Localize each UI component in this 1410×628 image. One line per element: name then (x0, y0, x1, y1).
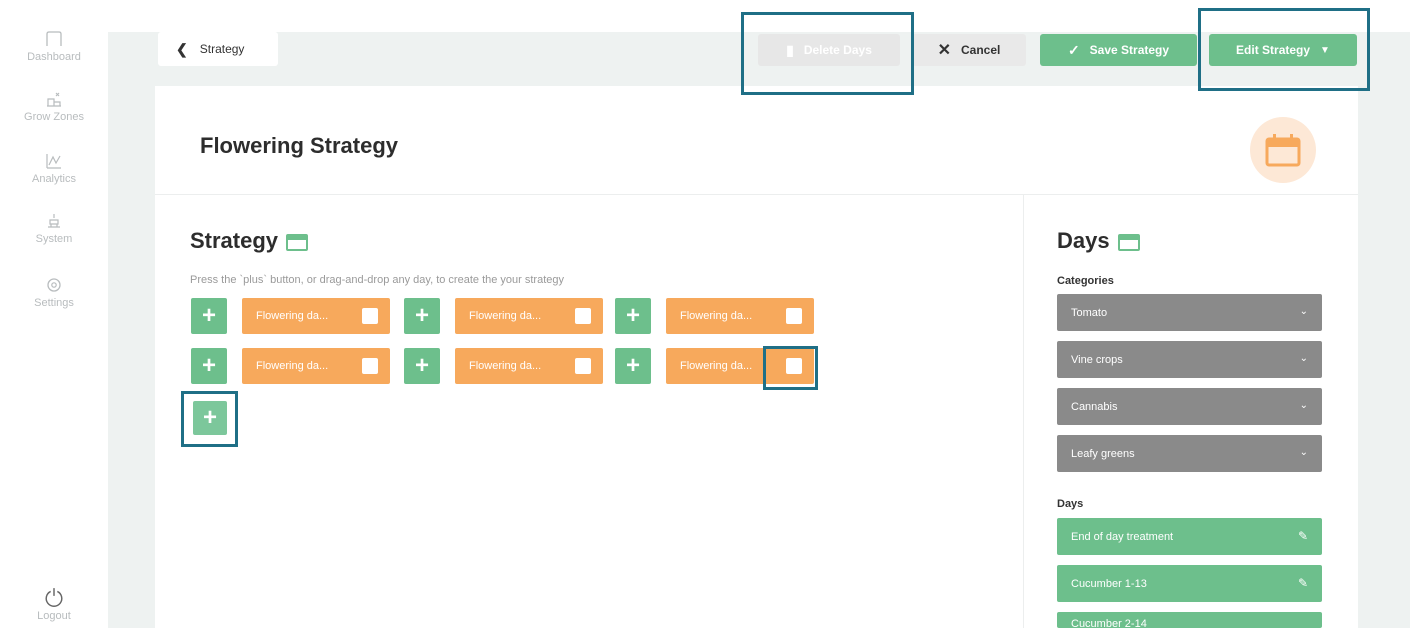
chevron-down-icon: ⌄ (1299, 400, 1308, 411)
add-day-button[interactable]: + (615, 298, 651, 334)
chevron-down-icon: ⌄ (1299, 353, 1308, 364)
day-chip-label: Flowering da... (469, 360, 542, 372)
highlight-add-day (181, 391, 238, 447)
sidebar-item-analytics[interactable]: Analytics (0, 152, 108, 185)
calendar-badge (1250, 117, 1316, 183)
day-item-label: Cucumber 1-13 (1071, 577, 1147, 590)
back-label: Strategy (199, 42, 245, 56)
day-chip-label: Flowering da... (256, 310, 329, 322)
category-label: Leafy greens (1071, 447, 1135, 460)
day-chip-label: Flowering da... (469, 310, 542, 322)
pencil-icon[interactable]: ✎ (1298, 576, 1308, 590)
calendar-icon (1265, 134, 1301, 167)
add-day-button[interactable]: + (615, 348, 651, 384)
days-section-title: Days (1057, 228, 1140, 254)
sidebar-item-settings[interactable]: Settings (0, 276, 108, 309)
sidebar-item-label: Grow Zones (24, 111, 84, 123)
highlight-day-checkbox (763, 346, 818, 390)
add-day-button[interactable]: + (191, 298, 227, 334)
category-label: Tomato (1071, 306, 1108, 319)
header-divider (155, 194, 1358, 195)
cancel-label: Cancel (961, 43, 1001, 57)
day-chip[interactable]: Flowering da... (455, 298, 603, 334)
day-checkbox[interactable] (575, 308, 591, 324)
sidebar-item-system[interactable]: System (0, 212, 108, 245)
analytics-icon (46, 154, 61, 169)
calendar-icon (1117, 234, 1140, 251)
day-checkbox[interactable] (786, 308, 802, 324)
sidebar-item-label: Dashboard (27, 51, 81, 63)
check-icon: ✓ (1067, 41, 1080, 58)
calendar-icon (286, 234, 309, 251)
add-day-button[interactable]: + (404, 298, 440, 334)
chevron-left-icon: ❮ (176, 40, 188, 57)
sidebar: Dashboard Grow Zones Analytics System Se… (0, 0, 108, 628)
add-day-button[interactable]: + (191, 348, 227, 384)
sidebar-item-logout[interactable]: Logout (0, 587, 108, 622)
grow-zones-icon (47, 92, 61, 107)
save-strategy-button[interactable]: ✓ Save Strategy (1040, 34, 1197, 66)
day-chip-label: Flowering da... (256, 360, 329, 372)
home-icon (46, 31, 62, 46)
save-strategy-label: Save Strategy (1089, 43, 1170, 57)
strategy-section-title: Strategy (190, 228, 309, 254)
day-item[interactable]: Cucumber 1-13 ✎ (1057, 565, 1322, 602)
day-chip[interactable]: Flowering da... (242, 348, 390, 384)
category-dropdown-vine-crops[interactable]: Vine crops ⌄ (1057, 341, 1322, 378)
cancel-button[interactable]: ✕ Cancel (912, 34, 1026, 66)
day-checkbox[interactable] (575, 358, 591, 374)
highlight-edit-strategy (1198, 8, 1370, 91)
day-item[interactable]: Cucumber 2-14 (1057, 612, 1322, 628)
column-divider (1023, 195, 1024, 628)
highlight-delete-days (741, 12, 914, 95)
day-checkbox[interactable] (362, 308, 378, 324)
add-day-button[interactable]: + (404, 348, 440, 384)
category-label: Vine crops (1071, 353, 1123, 366)
days-title-text: Days (1057, 228, 1110, 253)
chevron-down-icon: ⌄ (1299, 447, 1308, 458)
day-item[interactable]: End of day treatment ✎ (1057, 518, 1322, 555)
day-item-label: End of day treatment (1071, 530, 1174, 543)
sidebar-item-grow-zones[interactable]: Grow Zones (0, 90, 108, 123)
category-dropdown-cannabis[interactable]: Cannabis ⌄ (1057, 388, 1322, 425)
day-chip[interactable]: Flowering da... (455, 348, 603, 384)
categories-label: Categories (1057, 275, 1114, 287)
category-label: Cannabis (1071, 400, 1118, 413)
category-dropdown-tomato[interactable]: Tomato ⌄ (1057, 294, 1322, 331)
pencil-icon[interactable]: ✎ (1298, 529, 1308, 543)
strategy-title-text: Strategy (190, 228, 279, 253)
strategy-hint: Press the `plus` button, or drag-and-dro… (190, 274, 564, 286)
logout-label: Logout (37, 610, 71, 622)
page-title: Flowering Strategy (200, 133, 399, 158)
sidebar-item-dashboard[interactable]: Dashboard (0, 30, 108, 63)
back-button[interactable]: ❮ Strategy (158, 32, 278, 66)
day-chip[interactable]: Flowering da... (666, 298, 814, 334)
day-chip[interactable]: Flowering da... (242, 298, 390, 334)
day-chip-label: Flowering da... (680, 360, 753, 372)
sidebar-item-label: Analytics (31, 173, 77, 185)
power-icon (45, 588, 63, 607)
system-icon (48, 214, 60, 228)
day-item-label: Cucumber 2-14 (1071, 618, 1147, 628)
gear-icon (47, 278, 61, 292)
category-dropdown-leafy-greens[interactable]: Leafy greens ⌄ (1057, 435, 1322, 472)
day-chip-label: Flowering da... (680, 310, 753, 322)
days-label: Days (1057, 498, 1084, 510)
close-icon: ✕ (937, 42, 952, 59)
day-checkbox[interactable] (362, 358, 378, 374)
chevron-down-icon: ⌄ (1299, 306, 1308, 317)
sidebar-item-label: System (35, 233, 73, 245)
sidebar-item-label: Settings (34, 297, 74, 309)
